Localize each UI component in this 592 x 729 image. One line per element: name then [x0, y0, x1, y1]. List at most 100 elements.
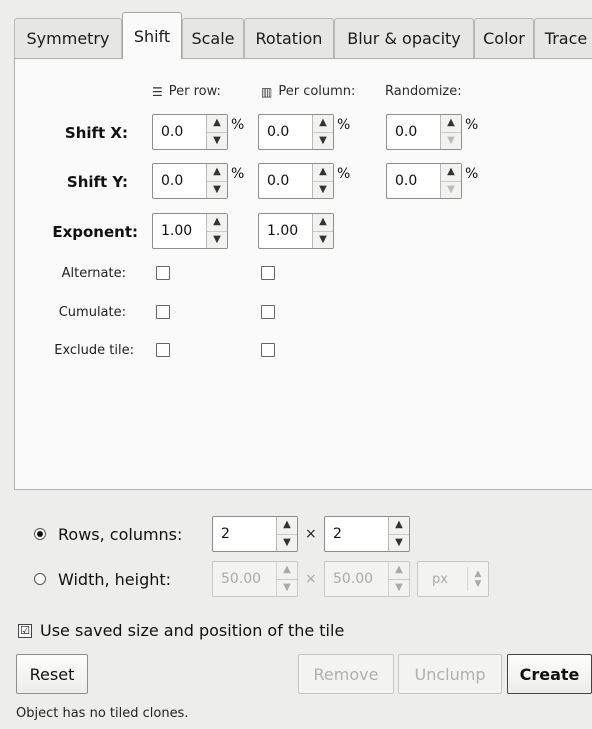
- shift-x-randomize-value[interactable]: 0.0: [387, 115, 440, 149]
- tab-color-label: Color: [483, 29, 525, 48]
- tab-rotation[interactable]: Rotation: [244, 18, 334, 58]
- tab-rotation-label: Rotation: [255, 29, 323, 48]
- cumulate-per-row-checkbox[interactable]: [156, 305, 170, 319]
- exclude-tile-per-row-checkbox[interactable]: [156, 343, 170, 357]
- tab-scale-label: Scale: [191, 29, 235, 48]
- exclude-tile-per-column-checkbox[interactable]: [261, 343, 275, 357]
- times-symbol: ×: [305, 571, 317, 587]
- tab-blur-opacity[interactable]: Blur & opacity: [334, 18, 474, 58]
- remove-button[interactable]: Remove: [298, 654, 394, 694]
- decrement-icon[interactable]: ▼: [313, 180, 333, 199]
- exclude-tile-label: Exclude tile:: [54, 343, 134, 358]
- decrement-icon[interactable]: ▼: [313, 131, 333, 150]
- shift-y-per-row-value[interactable]: 0.0: [153, 164, 206, 198]
- increment-icon[interactable]: ▲: [207, 164, 227, 181]
- percent-unit: %: [231, 166, 245, 182]
- increment-icon[interactable]: ▲: [207, 214, 227, 231]
- decrement-icon[interactable]: ▼: [441, 131, 461, 150]
- exponent-label: Exponent:: [52, 223, 138, 241]
- width-height-radio[interactable]: [34, 573, 46, 585]
- tab-symmetry[interactable]: Symmetry: [14, 18, 122, 58]
- status-text: Object has no tiled clones.: [16, 706, 189, 721]
- rows-columns-radio[interactable]: [34, 528, 46, 540]
- exponent-per-column-spin[interactable]: 1.00 ▲ ▼: [258, 213, 334, 249]
- shift-x-per-column-spin[interactable]: 0.0 ▲ ▼: [258, 114, 334, 150]
- shift-y-per-row-spin[interactable]: 0.0 ▲ ▼: [152, 163, 228, 199]
- width-value[interactable]: 50.00: [213, 562, 276, 596]
- shift-y-per-column-value[interactable]: 0.0: [259, 164, 312, 198]
- increment-icon[interactable]: ▲: [313, 164, 333, 181]
- exponent-per-row-spin[interactable]: 1.00 ▲ ▼: [152, 213, 228, 249]
- columns-spin[interactable]: 2 ▲ ▼: [324, 516, 410, 552]
- per-row-label: Per row:: [168, 84, 221, 99]
- alternate-per-column-checkbox[interactable]: [261, 266, 275, 280]
- increment-icon[interactable]: ▲: [277, 517, 297, 534]
- increment-icon[interactable]: ▲: [313, 214, 333, 231]
- tab-shift[interactable]: Shift: [122, 12, 182, 59]
- randomize-label: Randomize:: [385, 84, 462, 99]
- decrement-icon[interactable]: ▼: [313, 230, 333, 249]
- randomize-header: Randomize:: [385, 84, 462, 99]
- increment-icon[interactable]: ▲: [389, 562, 409, 579]
- increment-icon[interactable]: ▲: [207, 115, 227, 132]
- alternate-label: Alternate:: [61, 266, 126, 281]
- unclump-button[interactable]: Unclump: [398, 654, 502, 694]
- cumulate-label: Cumulate:: [58, 305, 126, 320]
- shift-x-label: Shift X:: [64, 124, 128, 142]
- increment-icon[interactable]: ▲: [277, 562, 297, 579]
- shift-y-randomize-value[interactable]: 0.0: [387, 164, 440, 198]
- rows-value[interactable]: 2: [213, 517, 276, 551]
- per-column-label: Per column:: [278, 84, 356, 99]
- tab-shift-label: Shift: [133, 26, 171, 46]
- reset-button-label: Reset: [29, 664, 75, 684]
- remove-button-label: Remove: [313, 664, 379, 684]
- create-button[interactable]: Create: [507, 654, 592, 694]
- use-saved-checkbox[interactable]: ☑: [18, 624, 32, 638]
- tab-scale[interactable]: Scale: [182, 18, 244, 58]
- shift-x-per-row-value[interactable]: 0.0: [153, 115, 206, 149]
- tab-blur-opacity-label: Blur & opacity: [347, 29, 461, 48]
- columns-value[interactable]: 2: [325, 517, 388, 551]
- unit-value: px: [432, 571, 448, 587]
- exponent-per-row-value[interactable]: 1.00: [153, 214, 206, 248]
- increment-icon[interactable]: ▲: [441, 164, 461, 181]
- unclump-button-label: Unclump: [414, 664, 486, 684]
- rows-spin[interactable]: 2 ▲ ▼: [212, 516, 298, 552]
- shift-x-per-column-value[interactable]: 0.0: [259, 115, 312, 149]
- alternate-per-row-checkbox[interactable]: [156, 266, 170, 280]
- use-saved-label: Use saved size and position of the tile: [40, 621, 345, 640]
- combo-arrows-icon: ▲ ▼: [467, 567, 488, 591]
- shift-y-randomize-spin[interactable]: 0.0 ▲ ▼: [386, 163, 462, 199]
- decrement-icon[interactable]: ▼: [389, 578, 409, 597]
- increment-icon[interactable]: ▲: [441, 115, 461, 132]
- percent-unit: %: [465, 117, 479, 133]
- decrement-icon[interactable]: ▼: [207, 230, 227, 249]
- shift-y-label: Shift Y:: [66, 173, 128, 191]
- percent-unit: %: [337, 117, 351, 133]
- decrement-icon[interactable]: ▼: [207, 131, 227, 150]
- decrement-icon[interactable]: ▼: [389, 533, 409, 552]
- width-height-label: Width, height:: [58, 570, 172, 589]
- rows-icon: ☰: [152, 84, 163, 99]
- decrement-icon[interactable]: ▼: [441, 180, 461, 199]
- percent-unit: %: [231, 117, 245, 133]
- height-spin[interactable]: 50.00 ▲ ▼: [324, 561, 410, 597]
- shift-y-per-column-spin[interactable]: 0.0 ▲ ▼: [258, 163, 334, 199]
- exponent-per-column-value[interactable]: 1.00: [259, 214, 312, 248]
- tab-trace-label: Trace: [544, 29, 588, 48]
- width-spin[interactable]: 50.00 ▲ ▼: [212, 561, 298, 597]
- shift-x-per-row-spin[interactable]: 0.0 ▲ ▼: [152, 114, 228, 150]
- cumulate-per-column-checkbox[interactable]: [261, 305, 275, 319]
- tab-trace[interactable]: Trace: [534, 18, 592, 58]
- decrement-icon[interactable]: ▼: [277, 533, 297, 552]
- decrement-icon[interactable]: ▼: [207, 180, 227, 199]
- increment-icon[interactable]: ▲: [389, 517, 409, 534]
- increment-icon[interactable]: ▲: [313, 115, 333, 132]
- unit-combo[interactable]: px ▲ ▼: [417, 561, 489, 597]
- tab-color[interactable]: Color: [474, 18, 534, 58]
- rows-columns-label: Rows, columns:: [58, 525, 183, 544]
- shift-x-randomize-spin[interactable]: 0.0 ▲ ▼: [386, 114, 462, 150]
- decrement-icon[interactable]: ▼: [277, 578, 297, 597]
- reset-button[interactable]: Reset: [16, 654, 88, 694]
- height-value[interactable]: 50.00: [325, 562, 388, 596]
